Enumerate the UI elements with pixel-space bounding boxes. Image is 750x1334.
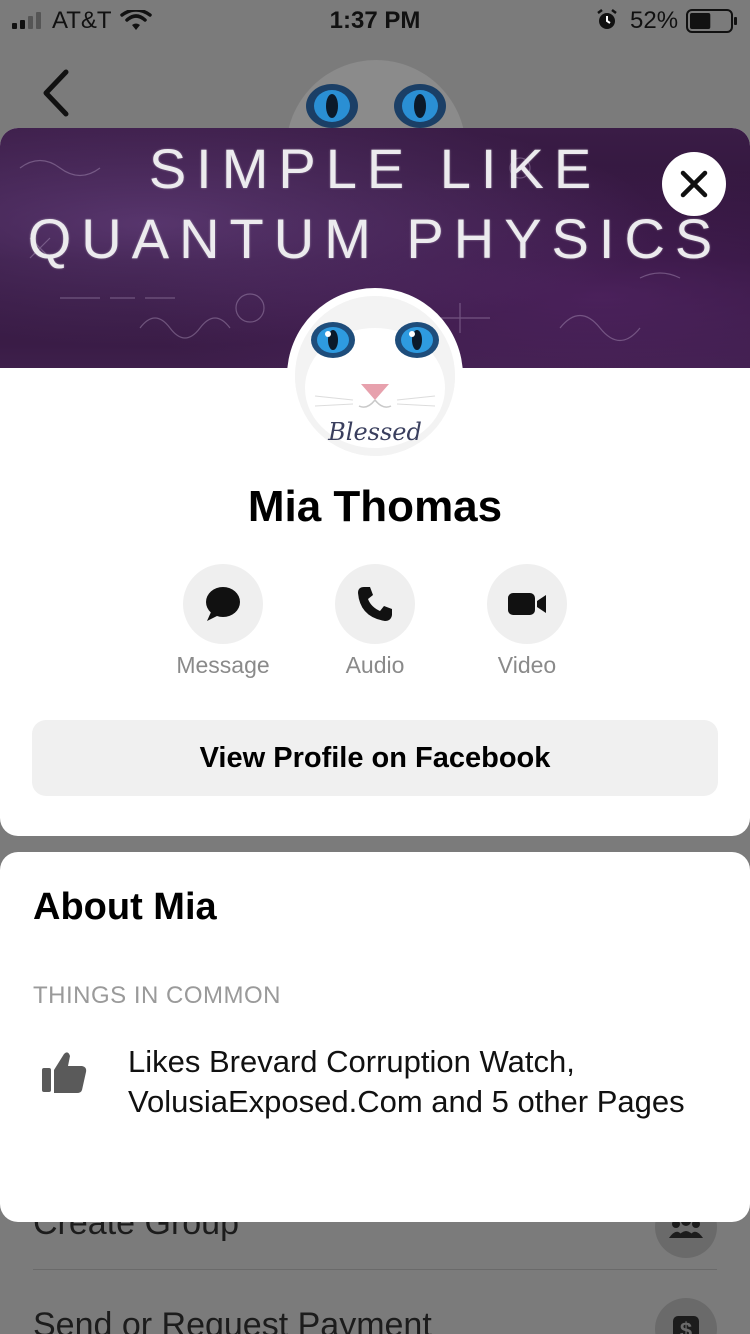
message-label: Message [176, 652, 270, 678]
about-card: About Mia THINGS IN COMMON Likes Brevard… [0, 852, 750, 1222]
audio-action[interactable]: Audio [300, 564, 450, 684]
svg-text:$: $ [680, 1318, 692, 1334]
back-chevron-icon[interactable] [36, 66, 76, 120]
message-button[interactable] [183, 564, 263, 644]
message-action[interactable]: Message [148, 564, 298, 684]
status-bar: AT&T 1:37 PM 52% [0, 0, 750, 40]
video-label: Video [497, 652, 557, 678]
profile-name: Mia Thomas [247, 482, 503, 531]
avatar-ring: Blessed [287, 288, 463, 464]
cover-title-line2: QUANTUM PHYSICS [27, 207, 723, 270]
video-camera-icon [508, 593, 546, 615]
things-in-common-label: THINGS IN COMMON [33, 982, 281, 1009]
close-icon [680, 170, 708, 198]
thumbs-up-icon [42, 1052, 87, 1093]
profile-card: SIMPLE LIKE QUANTUM PHYSICS Blessed Mia … [0, 128, 750, 836]
alarm-icon [597, 9, 617, 29]
battery-icon [686, 9, 737, 33]
send-payment-row[interactable]: Send or Request Payment $ [33, 1292, 717, 1334]
battery-percent: 52% [630, 7, 679, 34]
message-bubble-icon [206, 587, 240, 621]
send-payment-label: Send or Request Payment [33, 1306, 432, 1334]
phone-icon [358, 587, 392, 621]
cover-title-line1: SIMPLE LIKE [148, 137, 602, 200]
avatar[interactable]: Blessed [295, 296, 455, 456]
about-title: About Mia [33, 886, 217, 928]
avatar-caption: Blessed [328, 418, 422, 446]
things-in-common-text[interactable]: Likes Brevard Corruption Watch, VolusiaE… [128, 1042, 718, 1122]
audio-button[interactable] [335, 564, 415, 644]
action-buttons: Message Audio Video [0, 564, 750, 684]
dollar-icon: $ [655, 1298, 717, 1334]
video-button[interactable] [487, 564, 567, 644]
close-button[interactable] [662, 152, 726, 216]
audio-label: Audio [345, 652, 405, 678]
video-action[interactable]: Video [452, 564, 602, 684]
view-profile-button[interactable]: View Profile on Facebook [32, 720, 718, 796]
